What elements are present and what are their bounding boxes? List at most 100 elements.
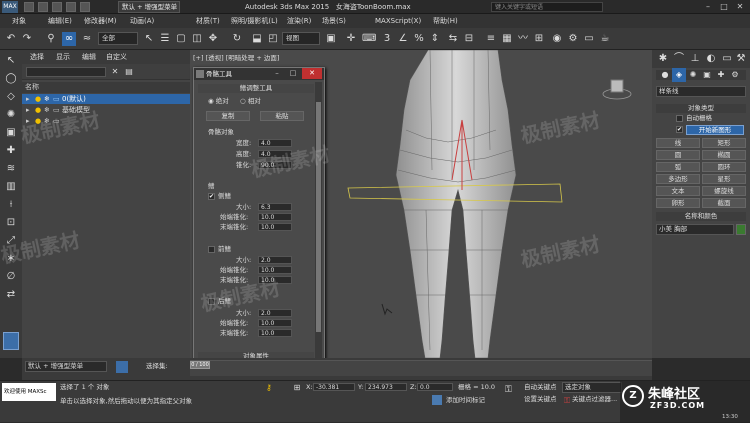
menu-edit[interactable]: 编辑(E): [48, 14, 72, 28]
save-icon[interactable]: [52, 2, 62, 12]
modify-tab-icon[interactable]: ⌒: [672, 52, 686, 66]
arc-button[interactable]: 弧: [656, 162, 700, 172]
ellipse-button[interactable]: 椭圆: [702, 150, 746, 160]
explorer-filter-input[interactable]: [26, 67, 106, 77]
explorer-containers-icon[interactable]: ⊡: [4, 216, 18, 230]
back-start-spinner[interactable]: 10.0: [258, 319, 292, 327]
key-filters[interactable]: 关键点过滤器...: [572, 395, 617, 404]
search-input[interactable]: 键入关键字或短语: [491, 2, 603, 12]
key-icon[interactable]: ⚿: [505, 385, 512, 395]
explorer-options-icon[interactable]: ▤: [122, 65, 136, 79]
explorer-helpers-icon[interactable]: ✚: [4, 144, 18, 158]
close-icon[interactable]: ✕: [732, 1, 748, 13]
keyboard-shortcut-icon[interactable]: ⌨: [362, 32, 376, 46]
explorer-shapes-icon[interactable]: ◇: [4, 90, 18, 104]
freeze-icon[interactable]: ❄: [44, 94, 50, 104]
transform-mode-icon[interactable]: ⊞: [290, 381, 304, 395]
lightbulb-icon[interactable]: ●: [35, 105, 41, 115]
explorer-geometry-icon[interactable]: ◯: [4, 72, 18, 86]
absolute-radio[interactable]: ◉ 绝对: [208, 97, 229, 106]
object-name-field[interactable]: 小美 胸部: [656, 224, 734, 235]
explorer-menu-select[interactable]: 选择: [30, 50, 44, 64]
open-icon[interactable]: [38, 2, 48, 12]
maximize-icon[interactable]: □: [716, 1, 732, 13]
undo-icon[interactable]: [66, 2, 76, 12]
lights-icon[interactable]: ✺: [686, 68, 700, 82]
explorer-bones-icon[interactable]: ⟊: [4, 198, 18, 212]
menu-material[interactable]: 材质(T): [196, 14, 220, 28]
shapes-icon[interactable]: ◈: [672, 68, 686, 82]
shape-type-dropdown[interactable]: 样条线: [656, 86, 746, 97]
copy-button[interactable]: 复制: [206, 111, 250, 121]
auto-key[interactable]: 自动关键点: [524, 383, 557, 392]
set-key[interactable]: 设置关键点: [524, 395, 557, 404]
object-type-header[interactable]: 对象类型: [656, 104, 746, 113]
paste-button[interactable]: 粘贴: [260, 111, 304, 121]
time-slider[interactable]: 0 / 100: [190, 360, 652, 376]
side-fins-checkbox[interactable]: ✔: [208, 193, 215, 200]
explorer-none-icon[interactable]: ∅: [4, 270, 18, 284]
back-end-spinner[interactable]: 10.0: [258, 329, 292, 337]
explorer-lights-icon[interactable]: ✺: [4, 108, 18, 122]
egg-button[interactable]: 卵形: [656, 198, 700, 208]
explorer-invert-icon[interactable]: ⇄: [4, 288, 18, 302]
add-time-tag[interactable]: 添加时间标记: [446, 396, 485, 405]
explorer-groups-icon[interactable]: ▥: [4, 180, 18, 194]
dialog-minimize-icon[interactable]: –: [270, 68, 284, 79]
spinner-snap-icon[interactable]: ⇕: [428, 32, 442, 46]
mirror-icon[interactable]: ⇆: [446, 32, 460, 46]
donut-button[interactable]: 圆环: [702, 162, 746, 172]
placement-icon[interactable]: ◰: [266, 32, 280, 46]
rectangle-button[interactable]: 矩形: [702, 138, 746, 148]
side-end-spinner[interactable]: 10.0: [258, 223, 292, 231]
undo-arrow-icon[interactable]: ↶: [4, 32, 18, 46]
menu-render[interactable]: 渲染(R): [287, 14, 311, 28]
rotate-icon[interactable]: ↻: [230, 32, 244, 46]
link-icon[interactable]: ⚲: [44, 32, 58, 46]
add-time-tag-icon[interactable]: [432, 395, 442, 405]
geometry-icon[interactable]: ●: [658, 68, 672, 82]
create-tab-icon[interactable]: ✱: [656, 52, 670, 66]
helix-button[interactable]: 螺旋线: [702, 186, 746, 196]
side-start-spinner[interactable]: 10.0: [258, 213, 292, 221]
section-button[interactable]: 截面: [702, 198, 746, 208]
curve-editor-icon[interactable]: 〰: [516, 32, 530, 46]
helpers-icon[interactable]: ✚: [714, 68, 728, 82]
percent-snap-icon[interactable]: %: [412, 32, 426, 46]
utilities-tab-icon[interactable]: ⚒: [734, 52, 748, 66]
hierarchy-tab-icon[interactable]: ⊥: [688, 52, 702, 66]
explorer-spacewarps-icon[interactable]: ≋: [4, 162, 18, 176]
dialog-close-icon[interactable]: ✕: [302, 68, 322, 79]
menu-animation[interactable]: 动画(A): [130, 14, 154, 28]
menu-lights[interactable]: 照明/摄影机(L): [231, 14, 278, 28]
rect-selection-icon[interactable]: ▢: [174, 32, 188, 46]
move-icon[interactable]: ✥: [206, 32, 220, 46]
scrollbar-thumb[interactable]: [316, 102, 321, 332]
star-button[interactable]: 星形: [702, 174, 746, 184]
line-button[interactable]: 线: [656, 138, 700, 148]
key-selection-dropdown[interactable]: 选定对象: [562, 382, 622, 393]
window-crossing-icon[interactable]: ◫: [190, 32, 204, 46]
circle-button[interactable]: 圆: [656, 150, 700, 160]
app-logo[interactable]: MAX: [2, 1, 18, 13]
explorer-clear-icon[interactable]: ✕: [108, 65, 122, 79]
explorer-menu-display[interactable]: 显示: [56, 50, 70, 64]
y-coord[interactable]: 234.973: [365, 383, 407, 391]
select-by-name-icon[interactable]: ☰: [158, 32, 172, 46]
explorer-menu-customize[interactable]: 自定义: [106, 50, 127, 64]
dialog-maximize-icon[interactable]: □: [286, 68, 300, 79]
redo-icon[interactable]: [80, 2, 90, 12]
explorer-pin-icon[interactable]: [3, 332, 19, 350]
explorer-column-header[interactable]: 名称: [22, 82, 190, 93]
menu-help[interactable]: 帮助(H): [433, 14, 458, 28]
bind-spacewarp-icon[interactable]: ≈: [80, 32, 94, 46]
menu-object[interactable]: 对象: [12, 14, 26, 28]
maxscript-listener[interactable]: 欢迎使用 MAXSc: [2, 383, 56, 401]
dialog-scrollbar[interactable]: [315, 82, 322, 366]
x-coord[interactable]: -30.381: [313, 383, 355, 391]
explorer-menu-edit[interactable]: 编辑: [82, 50, 96, 64]
schematic-icon[interactable]: ⊞: [532, 32, 546, 46]
workspace-dropdown[interactable]: 默认 + 增强型菜单: [25, 361, 107, 372]
ref-coord-system[interactable]: 视图: [282, 32, 320, 45]
start-new-shape-button[interactable]: 开始新图形: [686, 125, 744, 135]
